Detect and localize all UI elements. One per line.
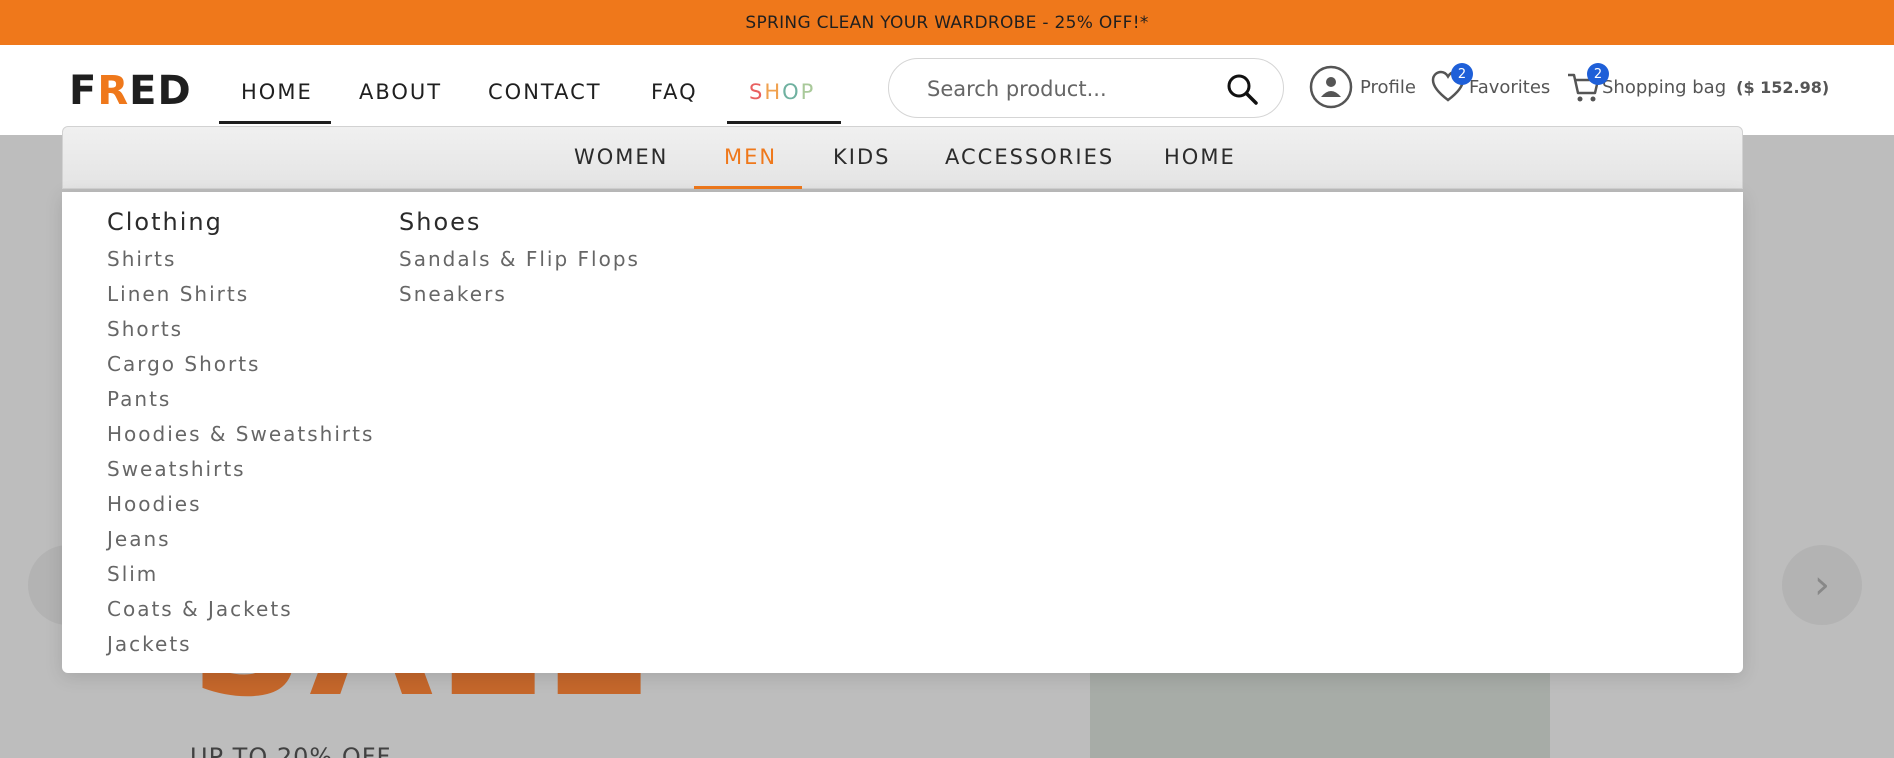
shop-letter: H [764, 80, 783, 104]
menu-link[interactable]: Coats & Jackets [107, 592, 374, 627]
tab-women[interactable]: WOMEN [574, 145, 668, 169]
menu-link[interactable]: Cargo Shorts [107, 347, 374, 382]
active-tab-underline [694, 186, 802, 189]
logo-text-start: F [69, 68, 98, 114]
logo-text-accent: R [97, 68, 130, 114]
menu-link[interactable]: Sweatshirts [107, 452, 374, 487]
nav-contact[interactable]: CONTACT [488, 80, 602, 104]
nav-home[interactable]: HOME [241, 80, 313, 104]
profile-link[interactable]: Profile [1309, 62, 1416, 112]
promo-banner[interactable]: SPRING CLEAN YOUR WARDROBE - 25% OFF!* [0, 0, 1894, 45]
menu-link[interactable]: Shorts [107, 312, 374, 347]
column-title[interactable]: Shoes [399, 208, 640, 236]
menu-column-clothing: Clothing Shirts Linen Shirts Shorts Carg… [107, 208, 374, 662]
favorites-link[interactable]: 2 Favorites [1430, 62, 1550, 112]
nav-about[interactable]: ABOUT [359, 80, 442, 104]
column-title[interactable]: Clothing [107, 208, 374, 236]
nav-shop-underline [727, 121, 841, 124]
site-header: FRED HOME ABOUT CONTACT FAQ SHOP Profile… [0, 45, 1894, 135]
menu-link[interactable]: Hoodies [107, 487, 374, 522]
profile-label: Profile [1360, 76, 1416, 98]
menu-link[interactable]: Sandals & Flip Flops [399, 242, 640, 277]
nav-home-underline [219, 121, 331, 124]
search-icon[interactable] [1225, 72, 1259, 106]
shop-letter: O [782, 80, 801, 104]
shopping-bag-link[interactable]: 2 Shopping bag ($ 152.98) [1566, 62, 1829, 112]
favorites-count-badge: 2 [1451, 63, 1473, 85]
shop-category-tabs: WOMEN MEN KIDS ACCESSORIES HOME [62, 126, 1743, 189]
bag-count-badge: 2 [1587, 63, 1609, 85]
nav-faq[interactable]: FAQ [651, 80, 698, 104]
bag-label: Shopping bag [1602, 76, 1727, 98]
menu-link[interactable]: Pants [107, 382, 374, 417]
logo[interactable]: FRED [69, 68, 192, 114]
menu-link[interactable]: Jackets [107, 627, 374, 662]
logo-text-end: ED [129, 68, 192, 114]
user-icon [1309, 65, 1353, 109]
search-input[interactable] [925, 71, 1229, 107]
bag-total: ($ 152.98) [1736, 77, 1830, 97]
nav-shop[interactable]: SHOP [749, 80, 815, 104]
menu-column-shoes: Shoes Sandals & Flip Flops Sneakers [399, 208, 640, 312]
menu-link[interactable]: Linen Shirts [107, 277, 374, 312]
menu-link[interactable]: Sneakers [399, 277, 640, 312]
tab-kids[interactable]: KIDS [833, 145, 890, 169]
tab-accessories[interactable]: ACCESSORIES [945, 145, 1114, 169]
tab-men[interactable]: MEN [724, 145, 777, 169]
search-box [888, 58, 1284, 118]
menu-link[interactable]: Hoodies & Sweatshirts [107, 417, 374, 452]
menu-link[interactable]: Shirts [107, 242, 374, 277]
mega-menu-panel: Clothing Shirts Linen Shirts Shorts Carg… [62, 192, 1743, 673]
favorites-label: Favorites [1469, 76, 1551, 98]
menu-link[interactable]: Jeans [107, 522, 374, 557]
promo-text: SPRING CLEAN YOUR WARDROBE - 25% OFF!* [745, 12, 1149, 33]
shop-letter: S [749, 80, 765, 104]
tab-home[interactable]: HOME [1164, 145, 1236, 169]
menu-link[interactable]: Slim [107, 557, 374, 592]
shop-letter: P [800, 80, 816, 104]
